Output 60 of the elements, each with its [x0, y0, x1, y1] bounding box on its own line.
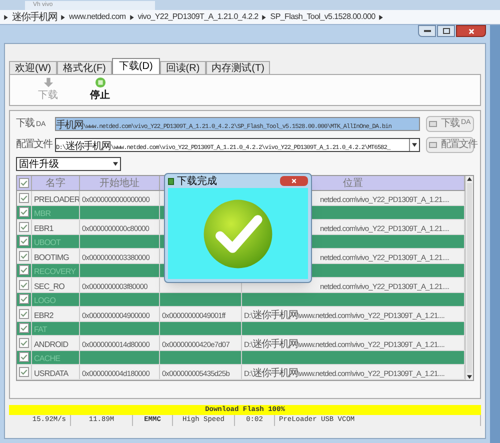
breadcrumb-item[interactable]: www.netded.com — [69, 11, 126, 23]
tab[interactable]: 格式化(F) — [57, 61, 112, 74]
table-cell-text: USRDATA — [34, 368, 68, 378]
breadcrumb-item[interactable]: vivo_Y22_PD1309T_A_1.21.0_4.2.2 — [138, 11, 258, 23]
checkbox[interactable] — [19, 308, 29, 319]
scrollbar[interactable] — [465, 176, 473, 380]
table-cell-text: ANDROID — [34, 338, 68, 350]
breadcrumb-arrow-icon — [4, 14, 8, 20]
down-arrow-icon — [42, 77, 54, 88]
table-cell-text: EBR1 — [34, 222, 54, 234]
dropdown-caret-icon — [412, 142, 417, 146]
minimize-button[interactable] — [418, 25, 436, 37]
table-cell-text: FAT — [34, 324, 47, 335]
checkbox[interactable] — [19, 250, 29, 261]
table-cell-text: SEC_RO — [34, 280, 64, 292]
toolbar-button[interactable]: 停止 — [90, 77, 110, 103]
checkbox[interactable] — [19, 178, 29, 188]
app-icon — [168, 178, 174, 184]
tab[interactable]: 下载(D) — [112, 58, 160, 74]
breadcrumb-arrow-icon — [262, 14, 266, 20]
field-label: 配置文件 — [16, 138, 52, 152]
checkbox[interactable] — [19, 338, 29, 348]
stop-icon — [94, 77, 106, 88]
breadcrumb-arrow-icon — [61, 14, 65, 20]
dialog-title: 下载完成 — [177, 174, 218, 188]
breadcrumb-arrow-icon — [379, 14, 384, 20]
checkbox[interactable] — [19, 236, 29, 246]
checkbox[interactable] — [19, 207, 29, 218]
breadcrumb-item[interactable]: SP_Flash_Tool_v5.1528.00.000 — [270, 11, 376, 23]
close-icon — [468, 28, 474, 34]
close-button[interactable] — [280, 176, 308, 186]
table-cell-text: CACHE — [34, 353, 60, 364]
table-cell-text: MBR — [34, 208, 51, 219]
table-cell-text: BOOTIMG — [34, 252, 69, 262]
mode-dropdown[interactable]: 固件升级 — [16, 157, 121, 171]
scroll-down-icon — [467, 374, 472, 378]
table-cell-text: RECOVERY — [34, 266, 76, 277]
breadcrumb-arrow-icon — [130, 14, 134, 20]
tab[interactable]: 回读(R) — [160, 61, 206, 74]
tab[interactable]: 内存测试(T) — [206, 61, 270, 74]
checkbox[interactable] — [19, 192, 29, 203]
checkbox[interactable] — [19, 280, 29, 290]
close-button[interactable] — [456, 25, 486, 37]
table-cell-text: UBOOT — [34, 237, 60, 248]
close-icon — [291, 178, 297, 184]
maximize-button[interactable] — [437, 25, 455, 37]
checkbox[interactable] — [19, 265, 29, 276]
checkbox[interactable] — [19, 222, 29, 232]
checkbox[interactable] — [19, 366, 29, 377]
tab[interactable]: 欢迎(W) — [9, 61, 58, 74]
checkbox[interactable] — [19, 352, 29, 362]
checkbox[interactable] — [19, 294, 29, 304]
breadcrumb-item[interactable]: 迷你手机网 — [12, 10, 57, 24]
checkbox[interactable] — [19, 323, 29, 334]
scroll-up-icon — [467, 177, 472, 181]
checkmark-icon — [202, 198, 274, 270]
table-cell-text: LOGO — [34, 295, 56, 306]
table-cell-text: EBR2 — [34, 310, 54, 320]
table-cell-text: PRELOADER — [34, 194, 79, 204]
dropdown-caret-icon — [113, 162, 118, 166]
